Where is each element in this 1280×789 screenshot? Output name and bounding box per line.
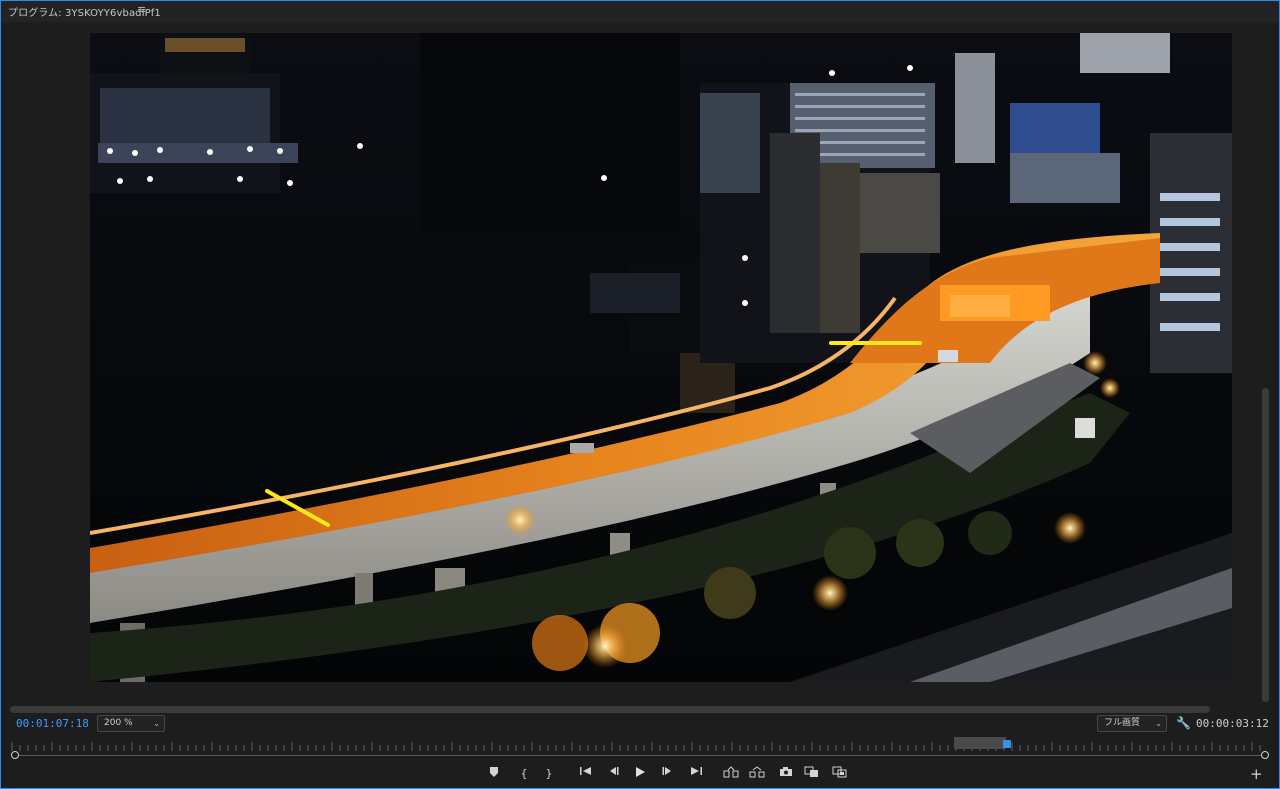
go-to-out-icon <box>691 767 702 775</box>
overwrite-icon <box>832 766 847 778</box>
add-marker-button[interactable] <box>487 766 501 782</box>
chevron-down-icon: ⌄ <box>1155 719 1162 728</box>
insert-button[interactable] <box>803 766 821 782</box>
extract-icon <box>749 766 765 778</box>
button-editor-plus-icon[interactable]: + <box>1250 766 1263 782</box>
playback-quality-value: フル画質 <box>1104 718 1141 728</box>
night-highway-frame <box>90 33 1232 682</box>
zoom-level-value: 200 % <box>104 718 133 728</box>
timeline-ruler[interactable] <box>10 741 1268 751</box>
overwrite-button[interactable] <box>831 766 849 782</box>
playhead[interactable] <box>1003 740 1011 748</box>
vertical-scrollbar[interactable] <box>1262 388 1269 702</box>
zoom-level-dropdown[interactable]: 200 % ⌄ <box>97 715 165 732</box>
step-forward-button[interactable] <box>660 766 676 782</box>
step-back-icon <box>610 767 619 775</box>
mark-in-button[interactable]: { <box>517 766 531 782</box>
insert-icon <box>804 766 818 777</box>
mark-in-icon: { <box>520 767 528 780</box>
go-to-in-button[interactable] <box>577 766 595 782</box>
wrench-icon[interactable]: 🔧 <box>1176 716 1191 730</box>
lift-button[interactable] <box>721 766 741 782</box>
horizontal-scrollbar[interactable] <box>10 706 1210 713</box>
hamburger-icon[interactable]: ≡ <box>137 3 146 16</box>
current-timecode[interactable]: 00:01:07:18 <box>16 717 89 730</box>
lift-icon <box>723 766 739 778</box>
program-monitor-header: プログラム: 3YSKOYY6vbadIPf1 ≡ <box>0 0 1280 22</box>
go-to-out-button[interactable] <box>687 766 705 782</box>
extract-button[interactable] <box>747 766 767 782</box>
play-button[interactable] <box>632 766 648 782</box>
add-marker-icon <box>490 767 498 777</box>
export-frame-button[interactable] <box>777 766 795 782</box>
chevron-down-icon: ⌄ <box>153 719 160 728</box>
go-to-in-icon <box>580 767 591 775</box>
playback-quality-dropdown[interactable]: フル画質 ⌄ <box>1097 715 1167 732</box>
timeline-track[interactable] <box>16 755 1264 756</box>
timeline-end-handle[interactable] <box>1261 751 1269 759</box>
video-preview[interactable] <box>90 33 1232 682</box>
camera-icon <box>780 767 792 776</box>
step-forward-icon <box>662 767 671 775</box>
mark-out-icon: } <box>545 767 553 780</box>
step-back-button[interactable] <box>605 766 621 782</box>
work-area-range[interactable] <box>954 737 1006 749</box>
duration-timecode: 00:00:03:12 <box>1196 717 1269 730</box>
timeline-start-handle[interactable] <box>11 751 19 759</box>
play-icon <box>636 767 645 777</box>
mark-out-button[interactable]: } <box>542 766 556 782</box>
